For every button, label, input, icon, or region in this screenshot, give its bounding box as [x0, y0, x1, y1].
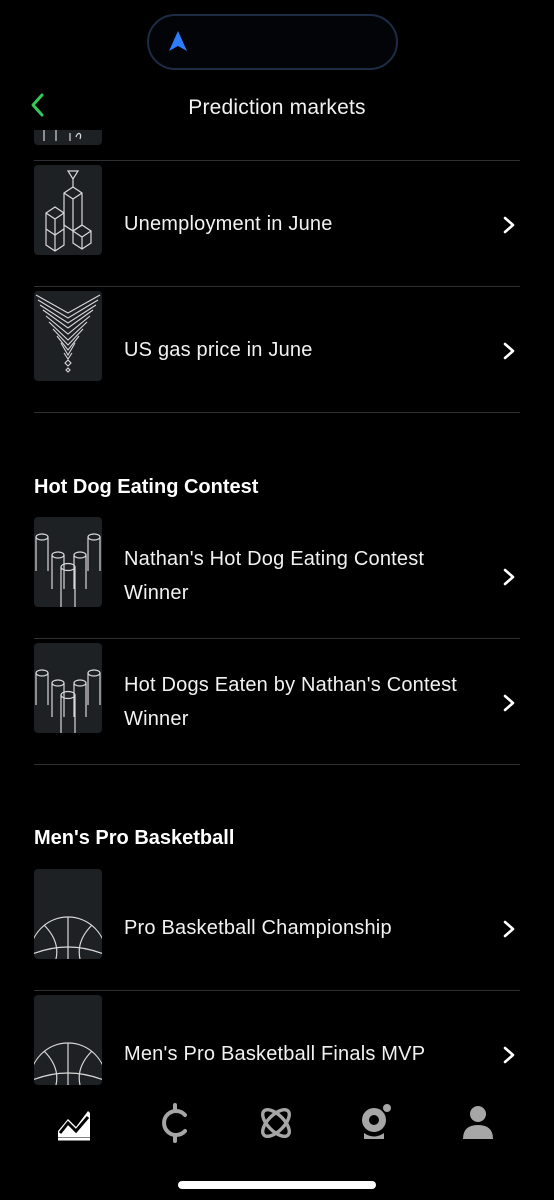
chevron-right-icon: [503, 1046, 515, 1064]
dynamic-island: [147, 14, 398, 70]
cylinders-icon: [34, 517, 102, 607]
location-arrow-icon: [169, 31, 187, 51]
list-item-pro-basketball-championship[interactable]: Pro Basketball Championship: [34, 865, 520, 991]
page-title: Prediction markets: [188, 96, 366, 119]
chevron-right-icon: [503, 568, 515, 586]
section-title: Hot Dog Eating Contest: [34, 476, 259, 498]
funnel-icon: [34, 291, 102, 381]
chevron-right-icon: [503, 920, 515, 938]
basketball-icon: [34, 869, 102, 959]
chevron-right-icon: [503, 342, 515, 360]
cylinders-icon: [34, 643, 102, 733]
home-indicator[interactable]: [178, 1181, 376, 1189]
row-label: US gas price in June: [124, 339, 313, 361]
list-item-gas-price[interactable]: US gas price in June: [34, 287, 520, 413]
orbit-icon[interactable]: [256, 1103, 296, 1143]
row-label: Pro Basketball Championship: [124, 917, 392, 939]
profile-icon[interactable]: [458, 1103, 498, 1143]
list-item-hot-dogs-eaten[interactable]: Hot Dogs Eaten by Nathan's Contest Winne…: [34, 639, 520, 765]
crypto-coin-icon[interactable]: [155, 1103, 195, 1143]
row-label: Unemployment in June: [124, 213, 333, 235]
markets-chart-icon[interactable]: [54, 1103, 94, 1143]
row-label: Men's Pro Basketball Finals MVP: [124, 1043, 426, 1065]
chevron-right-icon: [503, 216, 515, 234]
section-title: Men's Pro Basketball: [34, 827, 235, 849]
chevron-right-icon: [503, 694, 515, 712]
row-divider: [34, 412, 520, 413]
row-label: Nathan's Hot Dog Eating Contest Winner: [124, 548, 425, 604]
basketball-icon: [34, 995, 102, 1085]
thumbnail: [34, 130, 102, 145]
list-item-unemployment[interactable]: Unemployment in June: [34, 161, 520, 287]
list-item-finals-mvp[interactable]: Men's Pro Basketball Finals MVP: [34, 991, 520, 1085]
webcam-icon[interactable]: [356, 1103, 396, 1143]
blocks-icon: [34, 165, 102, 255]
list-item-hot-dog-winner[interactable]: Nathan's Hot Dog Eating Contest Winner: [34, 513, 520, 639]
nav-header: Prediction markets: [0, 80, 554, 134]
markets-list[interactable]: Unemployment in June US gas price in Jun…: [0, 130, 554, 1085]
row-label: Hot Dogs Eaten by Nathan's Contest Winne…: [124, 674, 458, 730]
list-item[interactable]: [34, 130, 520, 161]
row-divider: [34, 764, 520, 765]
